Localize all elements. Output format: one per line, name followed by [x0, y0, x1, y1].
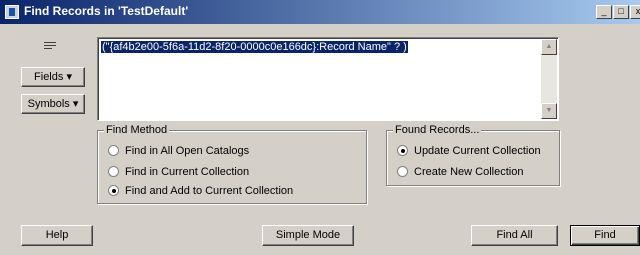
found-records-legend: Found Records...	[393, 124, 482, 137]
radio-label: Find in All Open Catalogs	[125, 145, 250, 157]
find-method-group: Find Method Find in All Open Catalogs Fi…	[97, 124, 367, 204]
symbols-button[interactable]: Symbols ▾	[21, 94, 85, 114]
radio-label: Find in Current Collection	[125, 166, 250, 178]
radio-label: Find and Add to Current Collection	[125, 185, 294, 197]
vertical-scrollbar[interactable]: ▲ ▼	[541, 39, 557, 119]
radio-button[interactable]	[397, 166, 408, 177]
find-button[interactable]: Find	[570, 225, 640, 246]
window-title: Find Records in 'TestDefault'	[24, 4, 189, 18]
minimize-button[interactable]: _	[596, 5, 612, 19]
scroll-up-icon[interactable]: ▲	[541, 39, 557, 55]
simple-mode-button[interactable]: Simple Mode	[262, 225, 354, 246]
fields-button-label: Fields	[34, 71, 64, 83]
maximize-button[interactable]: □	[613, 5, 629, 19]
find-method-legend: Find Method	[104, 124, 170, 137]
help-button[interactable]: Help	[21, 225, 93, 246]
scroll-down-icon[interactable]: ▼	[541, 103, 557, 119]
symbols-button-label: Symbols	[27, 98, 70, 110]
radio-button[interactable]	[108, 145, 119, 156]
found-records-group: Found Records... Update Current Collecti…	[386, 124, 560, 186]
find-all-button[interactable]: Find All	[471, 225, 558, 246]
radio-label: Update Current Collection	[414, 145, 541, 157]
title-bar[interactable]: Find Records in 'TestDefault' _ □ x	[0, 0, 640, 24]
query-textarea[interactable]: ("{af4b2e00-5f6a-11d2-8f20-0000c0e166dc}…	[97, 37, 559, 121]
query-text[interactable]: ("{af4b2e00-5f6a-11d2-8f20-0000c0e166dc}…	[101, 41, 408, 53]
fields-button[interactable]: Fields ▾	[21, 67, 85, 87]
dropdown-arrow-icon: ▾	[66, 71, 72, 83]
radio-button[interactable]	[397, 145, 408, 156]
close-button[interactable]: x	[630, 5, 640, 19]
app-icon	[5, 5, 19, 19]
dropdown-arrow-icon: ▾	[72, 98, 79, 110]
radio-label: Create New Collection	[414, 166, 524, 178]
radio-button[interactable]	[108, 166, 119, 177]
radio-button[interactable]	[108, 185, 119, 196]
lines-icon[interactable]	[44, 42, 56, 52]
